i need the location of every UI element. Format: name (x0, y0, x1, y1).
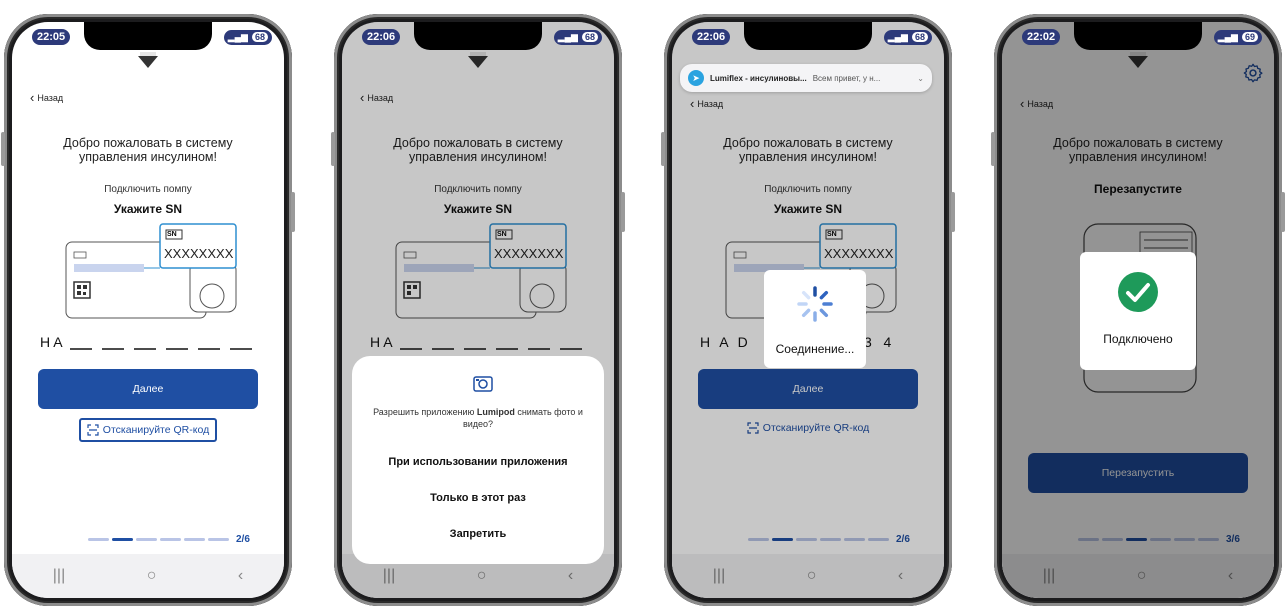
screen: 22:02 ▂▄▆ 69 ‹ Назад Добро пожаловать в … (1002, 22, 1274, 598)
serial-underscores (70, 348, 252, 350)
battery-icon: 68 (911, 32, 928, 42)
phone-2: 22:06 ▂▄▆ 68 ‹ Назад Добро пожаловать в … (331, 14, 625, 606)
check-circle-icon (1118, 272, 1158, 312)
permission-message: Разрешить приложению Lumipod снимать фот… (372, 406, 584, 430)
enter-sn-title: Укажите SN (113, 202, 183, 216)
side-button (621, 192, 625, 232)
telegram-icon: ➤ (688, 70, 704, 86)
side-button (1, 132, 5, 166)
battery-icon: 68 (581, 32, 598, 42)
progress-step (184, 538, 205, 541)
status-time: 22:06 (692, 29, 731, 45)
status-icons: ▂▄▆ 68 (553, 29, 602, 45)
status-bar: 22:06 ▂▄▆ 68 (692, 28, 932, 46)
progress-step (160, 538, 181, 541)
back-button[interactable]: ‹ Назад (30, 90, 63, 105)
side-button (291, 192, 295, 232)
phone-3: 22:06 ▂▄▆ 68 ➤ Lumiflex - инсулиновы... … (661, 14, 955, 606)
sn-tag-label: SN (167, 231, 177, 238)
serial-input[interactable]: H A (40, 334, 260, 356)
scan-qr-label: Отсканируйте QR-код (102, 424, 210, 436)
connecting-modal: Соединение... (764, 270, 866, 368)
side-button (951, 192, 955, 232)
status-bar: 22:06 ▂▄▆ 68 (362, 28, 602, 46)
connecting-label: Соединение... (775, 342, 855, 356)
next-button[interactable]: Далее (38, 369, 258, 409)
status-time: 22:06 (362, 29, 401, 45)
status-bar: 22:02 ▂▄▆ 69 (1022, 28, 1262, 46)
progress-step (112, 538, 133, 541)
connected-label: Подключено (1103, 332, 1173, 346)
status-icons: ▂▄▆ 68 (223, 29, 272, 45)
connect-pump-label: Подключить помпу (104, 184, 192, 195)
chevron-left-icon: ‹ (30, 90, 35, 105)
dropdown-triangle-icon (138, 52, 158, 68)
progress-label: 2/6 (236, 534, 250, 545)
camera-icon (473, 376, 493, 392)
status-time: 22:05 (32, 29, 71, 45)
notification-text: Всем привет, у н... (812, 73, 881, 83)
side-button (991, 132, 995, 166)
welcome-text: Добро пожаловать в систему управления ин… (63, 136, 233, 164)
screen: 22:06 ▂▄▆ 68 ➤ Lumiflex - инсулиновы... … (672, 22, 944, 598)
pump-device-illustration (65, 223, 237, 319)
status-time: 22:02 (1022, 29, 1061, 45)
side-button (331, 132, 335, 166)
signal-icon: ▂▄▆ (1217, 31, 1238, 42)
scan-frame-icon (87, 424, 99, 436)
system-nav-bar: ||| ○ ‹ (12, 554, 284, 598)
allow-once-button[interactable]: Только в этот раз (352, 492, 604, 504)
signal-icon: ▂▄▆ (557, 31, 578, 42)
status-icons: ▂▄▆ 69 (1213, 29, 1262, 45)
loading-spinner-icon (797, 286, 833, 322)
app-name: Lumipod (476, 407, 515, 417)
battery-icon: 68 (251, 32, 268, 42)
battery-icon: 69 (1241, 32, 1258, 42)
progress-step (88, 538, 109, 541)
phone-1: 22:05 ▂▄▆ 68 ‹ Назад Добро пожаловать в … (1, 14, 295, 606)
side-button (661, 132, 665, 166)
home-icon[interactable]: ○ (147, 567, 157, 585)
allow-while-using-button[interactable]: При использовании приложения (352, 456, 604, 468)
scan-qr-link[interactable]: Отсканируйте QR-код (78, 418, 218, 442)
phone-4: 22:02 ▂▄▆ 69 ‹ Назад Добро пожаловать в … (991, 14, 1285, 606)
permission-dialog: Разрешить приложению Lumipod снимать фот… (352, 356, 604, 564)
status-icons: ▂▄▆ 68 (883, 29, 932, 45)
chevron-down-icon: ⌄ (917, 73, 924, 83)
sn-value: XXXXXXXX (164, 246, 234, 261)
back-label: Назад (37, 92, 64, 103)
telegram-notification[interactable]: ➤ Lumiflex - инсулиновы... Всем привет, … (680, 64, 932, 92)
recents-icon[interactable]: ||| (53, 567, 65, 585)
progress-step (208, 538, 229, 541)
serial-prefix: H A (40, 334, 63, 350)
deny-button[interactable]: Запретить (352, 528, 604, 540)
back-nav-icon[interactable]: ‹ (238, 567, 243, 585)
signal-icon: ▂▄▆ (227, 31, 248, 42)
screen: 22:06 ▂▄▆ 68 ‹ Назад Добро пожаловать в … (342, 22, 614, 598)
progress-indicator: 2/6 (88, 534, 250, 545)
permission-message-start: Разрешить приложению (373, 407, 477, 417)
status-bar: 22:05 ▂▄▆ 68 (32, 28, 272, 46)
side-button (1281, 192, 1285, 232)
connected-modal: Подключено (1080, 252, 1196, 370)
notification-title: Lumiflex - инсулиновы... (710, 73, 807, 83)
signal-icon: ▂▄▆ (887, 31, 908, 42)
progress-step (136, 538, 157, 541)
screen: 22:05 ▂▄▆ 68 ‹ Назад Добро пожаловать в … (12, 22, 284, 598)
